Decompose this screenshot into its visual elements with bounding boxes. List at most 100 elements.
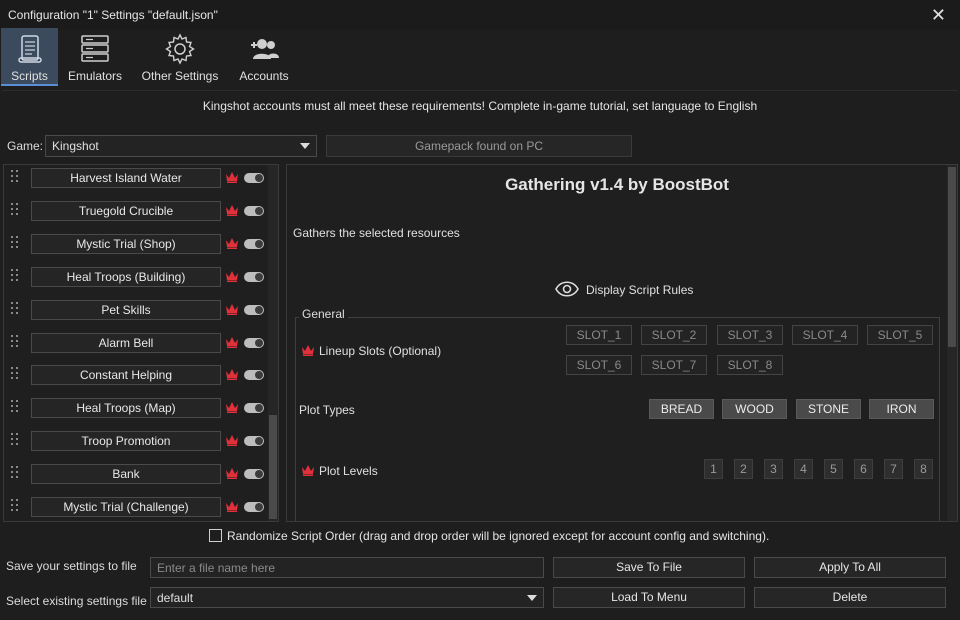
tab-scripts[interactable]: Scripts: [1, 28, 58, 86]
plot-level-button[interactable]: 5: [824, 459, 843, 479]
script-row[interactable]: Mystic Trial (Challenge): [4, 496, 266, 518]
tab-scripts-label: Scripts: [11, 69, 48, 83]
scrollbar-thumb[interactable]: [948, 167, 956, 347]
script-toggle[interactable]: [244, 238, 264, 249]
plot-type-stone[interactable]: STONE: [796, 399, 861, 419]
slot-button[interactable]: SLOT_8: [717, 355, 783, 375]
plot-type-bread[interactable]: BREAD: [649, 399, 714, 419]
slot-button[interactable]: SLOT_5: [867, 325, 933, 345]
script-button[interactable]: Alarm Bell: [31, 332, 221, 353]
game-select[interactable]: Kingshot: [45, 135, 317, 157]
file-name-input[interactable]: Enter a file name here: [150, 557, 544, 578]
script-row[interactable]: Mystic Trial (Shop): [4, 233, 266, 255]
script-row[interactable]: Truegold Crucible: [4, 200, 266, 222]
detail-scrollbar[interactable]: [947, 165, 957, 521]
script-row[interactable]: Heal Troops (Building): [4, 266, 266, 288]
crown-icon: [226, 237, 238, 249]
script-button[interactable]: Pet Skills: [31, 299, 221, 320]
plot-level-button[interactable]: 6: [854, 459, 873, 479]
script-list-scrollbar[interactable]: [268, 165, 278, 521]
script-list: Harvest Island Water Truegold Crucible Mys…: [3, 164, 279, 522]
lineup-slots-label: Lineup Slots (Optional): [301, 343, 441, 358]
randomize-checkbox[interactable]: [209, 529, 222, 542]
script-row[interactable]: Alarm Bell: [4, 332, 266, 354]
save-to-file-button[interactable]: Save To File: [553, 557, 745, 578]
save-settings-label: Save your settings to file: [6, 559, 137, 573]
script-button[interactable]: Harvest Island Water: [31, 168, 221, 188]
slot-button[interactable]: SLOT_3: [717, 325, 783, 345]
script-toggle[interactable]: [244, 304, 264, 315]
script-toggle[interactable]: [244, 502, 264, 512]
drag-handle-icon[interactable]: [11, 301, 21, 318]
tab-emulators[interactable]: Emulators: [64, 28, 126, 86]
eye-icon: [555, 281, 579, 297]
script-toggle[interactable]: [244, 403, 264, 414]
crown-icon: [226, 303, 238, 315]
crown-icon: [226, 204, 238, 216]
tab-accounts[interactable]: Accounts: [234, 28, 294, 86]
script-toggle[interactable]: [244, 205, 264, 216]
plot-level-button[interactable]: 1: [704, 459, 723, 479]
slot-button[interactable]: SLOT_1: [566, 325, 632, 345]
script-toggle[interactable]: [244, 436, 264, 447]
crown-icon: [226, 172, 238, 183]
slot-button[interactable]: SLOT_2: [641, 325, 707, 345]
drag-handle-icon[interactable]: [11, 466, 21, 482]
plot-level-button[interactable]: 7: [884, 459, 903, 479]
tab-other-settings[interactable]: Other Settings: [140, 28, 220, 86]
plot-level-button[interactable]: 8: [914, 459, 933, 479]
script-row[interactable]: Troop Promotion: [4, 430, 266, 452]
drag-handle-icon[interactable]: [11, 367, 21, 383]
plot-level-button[interactable]: 3: [764, 459, 783, 479]
slot-button[interactable]: SLOT_4: [792, 325, 858, 345]
plot-type-wood[interactable]: WOOD: [722, 399, 787, 419]
script-toggle[interactable]: [244, 469, 264, 480]
script-button[interactable]: Mystic Trial (Challenge): [31, 497, 221, 517]
tab-emulators-label: Emulators: [67, 69, 123, 83]
script-button[interactable]: Bank: [31, 464, 221, 485]
script-button[interactable]: Troop Promotion: [31, 431, 221, 452]
slot-button[interactable]: SLOT_7: [641, 355, 707, 375]
drag-handle-icon[interactable]: [11, 170, 21, 186]
randomize-option[interactable]: Randomize Script Order (drag and drop or…: [209, 529, 769, 543]
close-icon[interactable]: ✕: [931, 5, 946, 26]
delete-button[interactable]: Delete: [754, 587, 946, 608]
plot-types-label: Plot Types: [299, 403, 355, 417]
load-to-menu-button[interactable]: Load To Menu: [553, 587, 745, 608]
plot-type-iron[interactable]: IRON: [869, 399, 934, 419]
plot-level-button[interactable]: 2: [734, 459, 753, 479]
drag-handle-icon[interactable]: [11, 499, 21, 515]
script-button[interactable]: Constant Helping: [31, 365, 221, 386]
script-button[interactable]: Truegold Crucible: [31, 200, 221, 221]
apply-to-all-button[interactable]: Apply To All: [754, 557, 946, 578]
drag-handle-icon[interactable]: [11, 202, 21, 219]
crown-icon: [226, 501, 238, 512]
drag-handle-icon[interactable]: [11, 268, 21, 285]
script-row[interactable]: Bank: [4, 463, 266, 485]
drag-handle-icon[interactable]: [11, 334, 21, 351]
script-row[interactable]: Pet Skills: [4, 299, 266, 321]
crown-icon: [226, 270, 238, 282]
window-title: Configuration "1" Settings "default.json…: [8, 8, 218, 22]
script-button[interactable]: Heal Troops (Building): [31, 266, 221, 287]
slot-button[interactable]: SLOT_6: [566, 355, 632, 375]
script-toggle[interactable]: [244, 173, 264, 183]
script-row[interactable]: Constant Helping: [4, 364, 266, 386]
script-button[interactable]: Mystic Trial (Shop): [31, 233, 221, 254]
script-title: Gathering v1.4 by BoostBot: [505, 175, 729, 194]
game-label: Game:: [7, 139, 44, 153]
drag-handle-icon[interactable]: [11, 400, 21, 416]
gamepack-status: Gamepack found on PC: [326, 135, 632, 157]
script-row[interactable]: Harvest Island Water: [4, 167, 266, 189]
script-row[interactable]: Heal Troops (Map): [4, 397, 266, 419]
drag-handle-icon[interactable]: [11, 433, 21, 449]
plot-level-button[interactable]: 4: [794, 459, 813, 479]
script-toggle[interactable]: [244, 337, 264, 348]
script-toggle[interactable]: [244, 370, 264, 381]
script-button[interactable]: Heal Troops (Map): [31, 398, 221, 419]
drag-handle-icon[interactable]: [11, 235, 21, 252]
script-toggle[interactable]: [244, 271, 264, 282]
settings-file-select[interactable]: default: [150, 587, 544, 608]
display-rules-label: Display Script Rules: [586, 283, 694, 297]
scrollbar-thumb[interactable]: [269, 415, 277, 519]
